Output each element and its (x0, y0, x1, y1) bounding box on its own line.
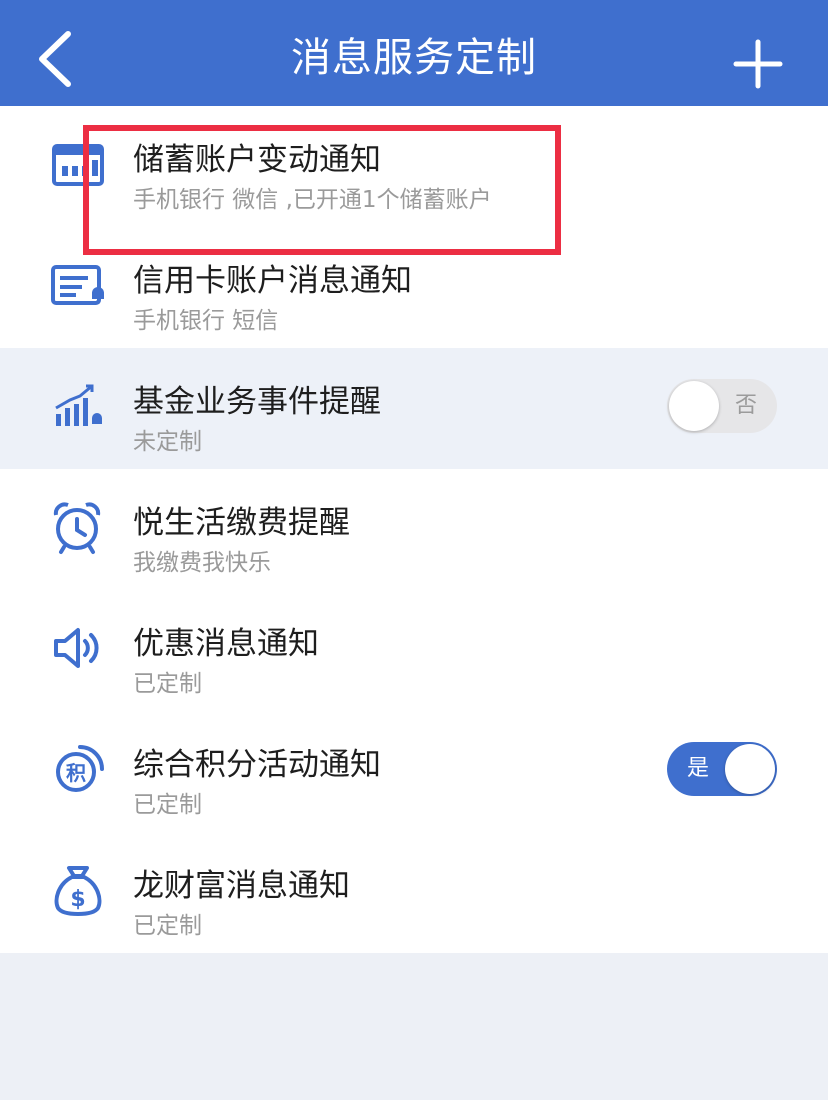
points-badge-icon: 积 (56, 745, 104, 792)
item-title: 基金业务事件提醒 (133, 384, 381, 420)
toggle-label: 是 (687, 756, 710, 781)
speaker-icon (54, 628, 99, 668)
item-subtitle: 已定制 (133, 792, 202, 818)
item-title: 优惠消息通知 (133, 626, 319, 662)
list-item-points[interactable]: 积 综合积分活动通知 已定制 是 (0, 711, 828, 832)
list-item-fund-events[interactable]: 基金业务事件提醒 未定制 否 (0, 348, 828, 469)
item-subtitle: 未定制 (133, 429, 202, 455)
item-subtitle: 我缴费我快乐 (133, 550, 271, 576)
fund-chart-icon (55, 384, 102, 426)
plus-icon (733, 39, 783, 89)
item-title: 龙财富消息通知 (133, 868, 350, 904)
svg-text:$: $ (70, 887, 85, 912)
list-item-bill-payment[interactable]: 悦生活缴费提醒 我缴费我快乐 (0, 469, 828, 590)
fund-events-toggle[interactable]: 否 (667, 379, 777, 433)
list-item-promotions[interactable]: 优惠消息通知 已定制 (0, 590, 828, 711)
item-title: 综合积分活动通知 (133, 747, 381, 783)
notification-list: 储蓄账户变动通知 手机银行 微信 ,已开通1个储蓄账户 信用卡账户消息通知 手机… (0, 106, 828, 953)
points-badge-text: 积 (66, 761, 86, 785)
item-subtitle: 手机银行 微信 ,已开通1个储蓄账户 (133, 187, 492, 213)
nav-header: 消息服务定制 (0, 0, 828, 106)
toggle-knob (725, 744, 775, 794)
toggle-knob (669, 381, 719, 431)
item-title: 信用卡账户消息通知 (133, 263, 412, 299)
app-screen: 消息服务定制 储蓄账户变动通知 手机银行 微信 ,已开通1个储蓄账户 信用卡账户… (0, 0, 828, 1100)
item-title: 储蓄账户变动通知 (133, 142, 381, 178)
add-button[interactable] (732, 38, 784, 90)
points-toggle[interactable]: 是 (667, 742, 777, 796)
item-title: 悦生活缴费提醒 (133, 505, 350, 541)
list-item-savings-account[interactable]: 储蓄账户变动通知 手机银行 微信 ,已开通1个储蓄账户 (0, 106, 828, 227)
list-item-credit-card[interactable]: 信用卡账户消息通知 手机银行 短信 (0, 227, 828, 348)
item-subtitle: 已定制 (133, 671, 202, 697)
money-bag-icon: $ (54, 866, 102, 916)
item-subtitle: 已定制 (133, 913, 202, 939)
list-item-wealth[interactable]: $ 龙财富消息通知 已定制 (0, 832, 828, 953)
savings-card-icon (52, 144, 104, 186)
toggle-label: 否 (735, 393, 758, 418)
page-title: 消息服务定制 (291, 35, 537, 81)
credit-card-bill-icon (51, 265, 104, 305)
alarm-clock-icon (53, 502, 101, 554)
item-subtitle: 手机银行 短信 (133, 308, 279, 334)
